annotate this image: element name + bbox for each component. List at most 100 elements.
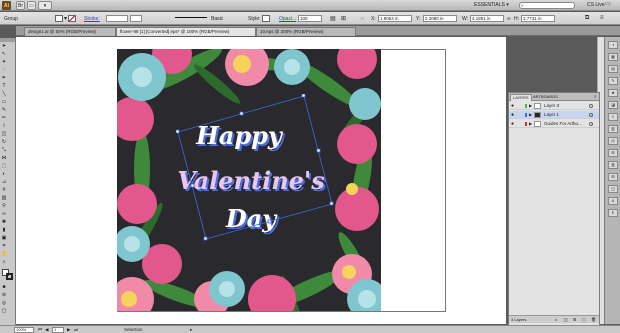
zoom-field[interactable]: 100% (14, 327, 34, 333)
free-transform-tool-icon[interactable]: ⬚ (1, 163, 7, 169)
rotate-tool-icon[interactable]: ↻ (1, 139, 7, 145)
layer-row[interactable]: ● ▶ Layer 3 (509, 102, 599, 110)
new-layer-icon[interactable]: ▢ (582, 316, 586, 323)
hand-tool-icon[interactable]: ✋ (1, 251, 7, 257)
type-tool-icon[interactable]: T (1, 83, 7, 89)
column-graph-tool-icon[interactable]: ▮ (1, 227, 7, 233)
align-panel-icon[interactable]: ▥ (608, 161, 618, 169)
locate-object-icon[interactable]: ⌕ (555, 316, 557, 323)
graphic-style-swatch[interactable] (262, 15, 270, 22)
status-menu-icon[interactable]: ▸ (190, 327, 192, 333)
blend-tool-icon[interactable]: ∞ (1, 211, 7, 217)
opacity-field[interactable]: 100 (298, 15, 322, 22)
selection-handle[interactable] (267, 219, 272, 224)
stroke-link[interactable]: Stroke: (84, 16, 100, 22)
align-icon[interactable]: ▤ (330, 15, 336, 22)
tab-flower-98[interactable]: flower-98 [1] [Converted].eps* @ 100% (R… (116, 27, 256, 36)
width-tool-icon[interactable]: ⋈ (1, 155, 7, 161)
layer-row[interactable]: ● ▶ Guides For Artbo... (509, 120, 599, 128)
draw-mode-icon[interactable]: ◎ (1, 300, 7, 306)
selection-handle[interactable] (239, 111, 244, 116)
variable-width-field[interactable] (130, 15, 142, 22)
character-panel-icon[interactable]: A (608, 197, 618, 205)
delete-layer-icon[interactable]: 🗑 (591, 316, 596, 323)
brushes-panel-icon[interactable]: ✎ (608, 77, 618, 85)
paragraph-panel-icon[interactable]: ¶ (608, 209, 618, 217)
tab-layers[interactable]: LAYERS (510, 94, 532, 101)
transform-panel-icon[interactable]: ⊞ (608, 173, 618, 181)
transform-panel-icon[interactable]: ⧉ (585, 15, 589, 22)
stroke-color-box[interactable] (6, 273, 13, 280)
selection-tool-icon[interactable]: ➤ (1, 43, 7, 49)
rectangle-tool-icon[interactable]: ▭ (1, 99, 7, 105)
width-field[interactable]: 4.1851 in (470, 15, 504, 22)
layer-row[interactable]: ● ▶ Layer 1 (509, 111, 599, 119)
cs-live-button[interactable]: CS Live (587, 2, 605, 8)
first-artboard-icon[interactable]: ⏮ (38, 327, 42, 333)
prev-artboard-icon[interactable]: ◀ (45, 327, 48, 333)
fill-swatch[interactable] (55, 15, 63, 22)
visibility-eye-icon[interactable]: ● (511, 121, 517, 127)
paintbrush-tool-icon[interactable]: ✎ (1, 107, 7, 113)
color-mode-icon[interactable]: ■ (1, 284, 7, 290)
new-sublayer-icon[interactable]: ⊞ (573, 316, 576, 323)
lasso-tool-icon[interactable]: ◌ (1, 67, 7, 73)
slice-tool-icon[interactable]: ⌗ (1, 243, 7, 249)
blob-brush-tool-icon[interactable]: ⌇ (1, 123, 7, 129)
arrange-documents-button[interactable]: ▭ (27, 1, 36, 10)
swatches-panel-icon[interactable]: ▤ (608, 65, 618, 73)
make-clipping-mask-icon[interactable]: ◫ (564, 316, 568, 323)
layer-target-icon[interactable] (589, 104, 593, 108)
fill-stroke-widget[interactable] (2, 269, 13, 280)
artboard-number-field[interactable]: 1 (52, 327, 64, 333)
last-artboard-icon[interactable]: ⏭ (74, 327, 78, 333)
none-mode-icon[interactable]: ⊘ (1, 292, 7, 298)
layer-target-icon[interactable] (589, 122, 593, 126)
symbols-panel-icon[interactable]: ♣ (608, 89, 618, 97)
height-field[interactable]: 3.7731 in (521, 15, 555, 22)
appearance-panel-icon[interactable]: ☰ (608, 149, 618, 157)
pencil-tool-icon[interactable]: ✏ (1, 115, 7, 121)
current-tool-label[interactable]: Selection (124, 327, 143, 333)
constrain-icon[interactable]: ∞ (507, 16, 511, 22)
opacity-link[interactable]: Opaci... (279, 16, 296, 22)
selection-handle[interactable] (203, 236, 208, 241)
expand-triangle-icon[interactable]: ▶ (529, 102, 532, 110)
stroke-weight-field[interactable] (106, 15, 128, 22)
x-field[interactable]: 1.9054 in (378, 15, 412, 22)
color-panel-icon[interactable]: ◑ (608, 41, 618, 49)
selection-handle[interactable] (329, 201, 334, 206)
tab-design1[interactable]: design1.ai @ 50% (RGB/Preview) (24, 27, 116, 36)
eraser-tool-icon[interactable]: ◫ (1, 131, 7, 137)
stroke-swatch[interactable] (68, 15, 76, 22)
line-tool-icon[interactable]: ╲ (1, 91, 7, 97)
transform-icon[interactable]: ⊞ (341, 15, 346, 22)
panel-menu-icon[interactable]: ≡ (592, 94, 598, 101)
graphic-styles-panel-icon[interactable]: ◪ (608, 101, 618, 109)
gradient-tool-icon[interactable]: ▥ (1, 195, 7, 201)
pen-tool-icon[interactable]: ✒ (1, 75, 7, 81)
symbol-sprayer-tool-icon[interactable]: ✺ (1, 219, 7, 225)
transparency-panel-icon[interactable]: ◎ (608, 137, 618, 145)
visibility-eye-icon[interactable]: ● (511, 112, 517, 118)
magic-wand-tool-icon[interactable]: ✦ (1, 59, 7, 65)
gradient-panel-icon[interactable]: ▥ (608, 125, 618, 133)
fill-dropdown-icon[interactable]: ▾ (64, 15, 67, 22)
stroke-panel-icon[interactable]: ≡ (608, 113, 618, 121)
selection-handle[interactable] (190, 183, 195, 188)
tab-artboards[interactable]: ARTBOARDS (531, 94, 560, 101)
selection-handle[interactable] (301, 94, 306, 98)
artboard-tool-icon[interactable]: ▣ (1, 235, 7, 241)
bridge-button[interactable]: Br (16, 1, 25, 10)
screen-mode-button[interactable]: ▾ (38, 1, 52, 10)
layer-target-icon[interactable] (589, 113, 593, 117)
expand-triangle-icon[interactable]: ▶ (529, 120, 532, 128)
tools-panel-grip[interactable] (0, 38, 15, 42)
selection-handle[interactable] (176, 129, 180, 134)
window-minimize-icon[interactable]: ▭ (605, 1, 617, 8)
tab-10-eps[interactable]: 10.eps @ 200% (RGB/Preview) (256, 27, 356, 36)
reference-point-icon[interactable]: ⁙ (360, 16, 364, 22)
pathfinder-panel-icon[interactable]: ◫ (608, 185, 618, 193)
workspace-switcher[interactable]: ESSENTIALS ▾ (474, 2, 509, 8)
mesh-tool-icon[interactable]: # (1, 187, 7, 193)
